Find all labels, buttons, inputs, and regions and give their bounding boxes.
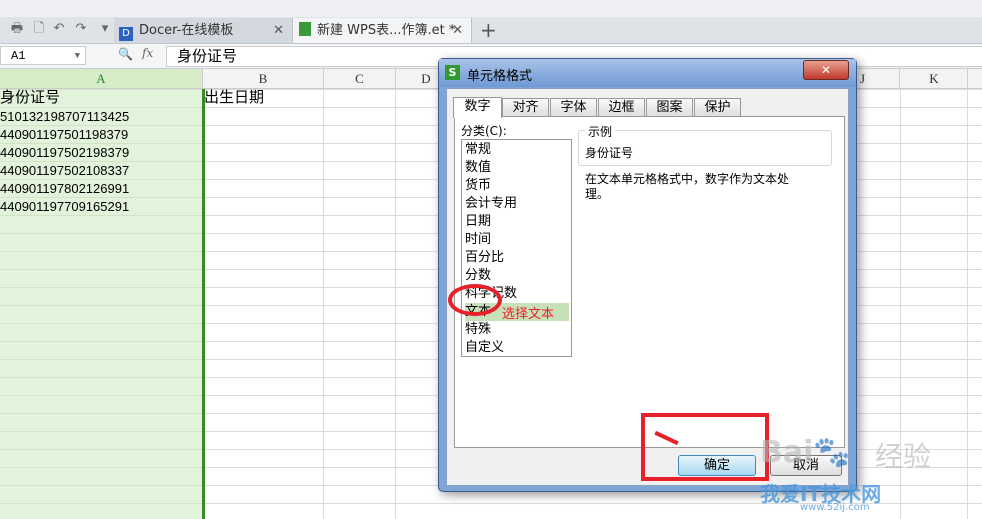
highlight-box [641,413,769,481]
column-header-c[interactable]: C [324,69,396,88]
category-item[interactable]: 日期 [465,213,569,231]
category-item[interactable]: 百分比 [465,249,569,267]
zoom-icon[interactable]: 🔍 [118,47,133,61]
close-button[interactable]: ✕ [803,60,849,80]
name-box-value: A1 [11,49,26,63]
dropdown-icon[interactable]: ▾ [98,22,112,36]
cell-a2[interactable]: 510132198707113425 [0,108,129,126]
tab-label: 新建 WPS表...作簿.et * [317,23,456,38]
tab-label: Docer-在线模板 [139,23,234,38]
cell-a6[interactable]: 440901197802126991 [0,180,129,198]
number-tab-panel: 分类(C): 常规 数值 货币 会计专用 日期 时间 百分比 分数 科学记数 文… [448,116,845,448]
spreadsheet-icon [299,22,311,36]
category-item[interactable]: 货币 [465,177,569,195]
annotation-text: 选择文本 [502,307,555,322]
tab-docer[interactable]: D Docer-在线模板 ✕ [114,18,293,43]
column-header-k[interactable]: K [901,69,968,88]
category-label: 分类(C): [461,124,507,138]
category-item[interactable]: 自定义 [465,339,569,357]
function-icon[interactable]: fx [142,46,153,60]
gridline [395,89,396,519]
print-preview-icon[interactable]: 🗋 [32,22,46,36]
category-item[interactable]: 常规 [465,141,569,159]
cell-a1[interactable]: 身份证号 [0,89,60,107]
dialog-title-bar[interactable]: S 单元格格式 ✕ [439,59,856,87]
sample-label: 示例 [585,123,616,140]
docer-icon: D [119,27,133,41]
chevron-down-icon[interactable]: ▼ [75,47,80,66]
undo-icon[interactable]: ↶ [52,22,66,36]
category-item[interactable]: 时间 [465,231,569,249]
ribbon-bottom [0,0,982,18]
cell-b1[interactable]: 出生日期 [204,89,264,107]
sample-value: 身份证号 [585,146,634,160]
tab-workbook[interactable]: 新建 WPS表...作簿.et * ✕ [293,18,472,43]
category-item[interactable]: 会计专用 [465,195,569,213]
category-item[interactable]: 特殊 [465,321,569,339]
selection-border [202,89,205,519]
category-item[interactable]: 数值 [465,159,569,177]
tab-pattern[interactable]: 图案 [646,98,693,117]
highlight-circle [448,284,502,316]
tab-number[interactable]: 数字 [453,97,502,118]
new-tab-icon[interactable]: + [480,18,497,42]
watermark-jingyan: 经验 [875,440,932,473]
cell-a7[interactable]: 440901197709165291 [0,198,129,216]
category-list[interactable]: 常规 数值 货币 会计专用 日期 时间 百分比 分数 科学记数 文本 特殊 自定… [461,139,572,357]
redo-icon[interactable]: ↷ [74,22,88,36]
close-icon[interactable]: ✕ [452,18,463,43]
tab-border[interactable]: 边框 [598,98,645,117]
category-item[interactable]: 分数 [465,267,569,285]
baidu-watermark: Bai🐾 [760,435,851,470]
gridline [967,89,968,519]
wps-spreadsheet-icon: S [445,65,460,80]
column-header-a[interactable]: A [0,69,203,88]
sample-group: 示例 身份证号 [578,123,832,166]
name-box[interactable]: A1 ▼ [0,46,86,65]
format-description: 在文本单元格格式中，数字作为文本处理。 [585,172,790,201]
gridline [323,89,324,519]
close-icon[interactable]: ✕ [273,18,284,43]
print-icon[interactable]: 🖶 [10,22,24,36]
tab-protection[interactable]: 保护 [694,98,741,117]
cell-a4[interactable]: 440901197502198379 [0,144,129,162]
tab-font[interactable]: 字体 [550,98,597,117]
dialog-title: 单元格格式 [467,69,533,84]
site-url-watermark: www.52ij.com [800,502,870,513]
cell-a3[interactable]: 440901197501198379 [0,126,128,144]
cell-a5[interactable]: 440901197502108337 [0,162,129,180]
column-header-b[interactable]: B [203,69,324,88]
tab-alignment[interactable]: 对齐 [502,98,549,117]
